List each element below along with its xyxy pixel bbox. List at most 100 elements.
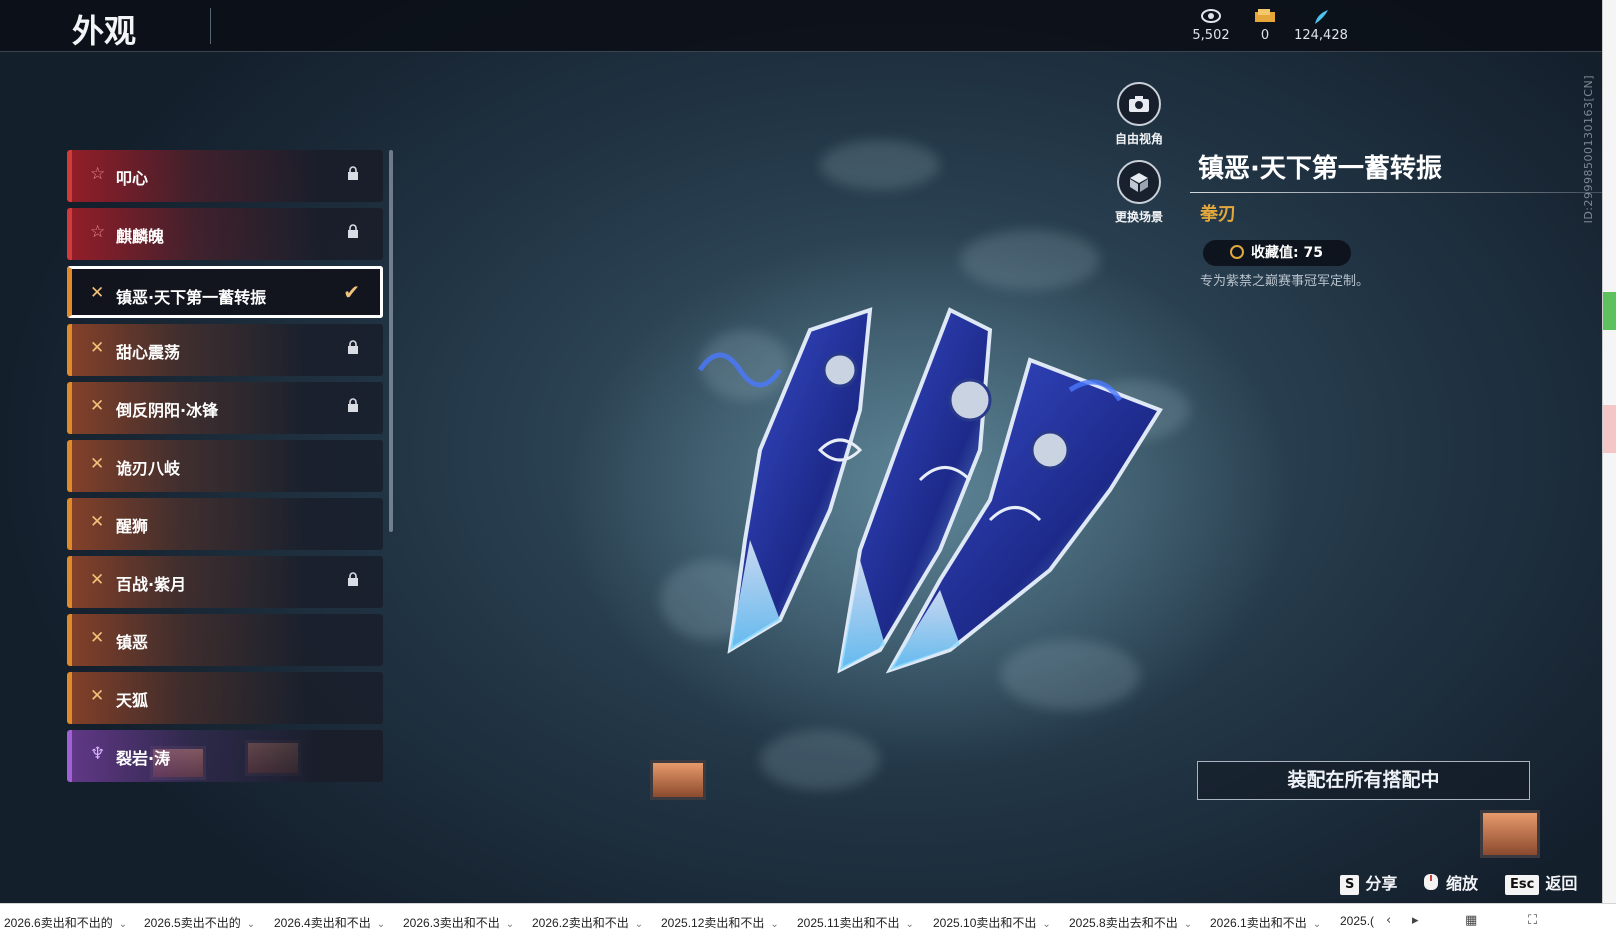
skin-label: 叩心 <box>116 169 149 188</box>
cross-blades-icon: ✕ <box>90 338 105 358</box>
lock-icon <box>348 398 358 412</box>
free-view-label: 自由视角 <box>1114 132 1163 146</box>
skin-list-item[interactable]: ✕ 倒反阴阳·冰锋 <box>67 382 383 434</box>
skin-list-item[interactable]: ✕ 百战·紫月 <box>67 556 383 608</box>
sheet-tab[interactable]: 2026.6卖出和不出的 ⌄ <box>4 914 127 931</box>
cross-blades-icon: ✕ <box>90 686 105 706</box>
chevron-down-icon: ⌄ <box>246 919 256 930</box>
trident-icon: ♆ <box>90 744 106 764</box>
skin-list-item[interactable]: ✕ 镇恶 <box>67 614 383 666</box>
page-title: 外观 <box>72 12 137 50</box>
skin-label: 裂岩·涛 <box>116 749 171 768</box>
background-app-edge <box>1602 0 1616 903</box>
mouse-icon <box>1422 872 1440 892</box>
title-divider <box>210 8 211 44</box>
skin-list-item[interactable]: ♆ 裂岩·涛 <box>67 730 383 782</box>
coin-icon <box>1230 245 1244 259</box>
cross-blades-icon: ✕ <box>90 628 105 648</box>
chevron-down-icon: ⌄ <box>905 919 914 930</box>
feather-icon <box>1286 8 1356 28</box>
lantern-decoration <box>650 760 706 800</box>
chevron-down-icon: ⌄ <box>505 919 515 930</box>
checkmark-icon: ✔ <box>343 280 360 304</box>
equip-all-button[interactable]: 装配在所有搭配中 <box>1197 761 1530 800</box>
skin-label: 百战·紫月 <box>116 575 187 594</box>
sheet-tab[interactable]: 2026.5卖出不出的 ⌄ <box>144 914 255 931</box>
sheet-tab[interactable]: 2026.1卖出和不出 ⌄ <box>1210 914 1321 931</box>
skin-label: 天狐 <box>116 691 149 710</box>
fullscreen-icon[interactable]: ⛶ <box>1528 913 1537 928</box>
cross-blades-icon: ✕ <box>90 570 105 590</box>
chevron-left-icon[interactable]: ‹ <box>1386 913 1391 928</box>
cube-icon <box>1117 160 1161 204</box>
lock-icon <box>348 166 358 180</box>
chevron-right-icon[interactable]: ▸ <box>1412 913 1419 928</box>
sheet-tab[interactable]: 2026.3卖出和不出 ⌄ <box>403 914 514 931</box>
lock-icon <box>348 340 358 354</box>
weapon-model[interactable] <box>690 290 1210 700</box>
skin-label: 甜心震荡 <box>116 343 181 362</box>
skin-list-item[interactable]: ✕ 醒狮 <box>67 498 383 550</box>
skin-list-item[interactable]: ✕ 镇恶·天下第一蓄转振 ✔ <box>67 266 383 318</box>
player-id-label: ID:2999850013016​3[CN] <box>1582 75 1595 224</box>
top-bar: 外观 5,502 0 124,428 <box>0 0 1602 52</box>
item-name: 镇恶·天下第一蓄转振 <box>1198 154 1442 184</box>
currency-value: 0 <box>1260 28 1270 43</box>
sheet-tab[interactable]: 2025.12卖出和不出 ⌄ <box>661 914 779 931</box>
chevron-down-icon: ⌄ <box>1042 919 1051 930</box>
sheet-tab[interactable]: 2025.10卖出和不出 ⌄ <box>933 914 1051 931</box>
skin-list[interactable]: ☆ 叩心 ☆ 麒麟魄 ✕ 镇恶·天下第一蓄转振 ✔ ✕ 甜心震荡 ✕ 倒反阴阳·冰锋 ✕ 诡刃八岐 ✕ 醒狮… <box>67 150 385 800</box>
skin-label: 麒麟魄 <box>116 227 165 246</box>
sheet-tab-label: 2025.11卖出和不出 <box>797 916 900 930</box>
chevron-down-icon: ⌄ <box>1312 919 1322 930</box>
skin-list-item[interactable]: ✕ 甜心震荡 <box>67 324 383 376</box>
collection-value-badge: 收藏值: 75 <box>1203 240 1351 266</box>
lock-icon <box>348 224 358 238</box>
sheet-tab-label: 2025.10卖出和不出 <box>933 916 1037 930</box>
currency-value: 124,428 <box>1294 28 1348 43</box>
change-scene-button[interactable]: 更换场景 <box>1094 160 1184 225</box>
free-view-button[interactable]: 自由视角 <box>1094 82 1184 147</box>
currency-value: 5,502 <box>1192 28 1230 43</box>
list-scrollbar[interactable] <box>389 150 393 532</box>
item-type: 拳刃 <box>1200 204 1236 225</box>
cross-blades-icon: ✕ <box>90 512 105 532</box>
lock-icon <box>348 572 358 586</box>
skin-list-item[interactable]: ✕ 天狐 <box>67 672 383 724</box>
chevron-down-icon: ⌄ <box>770 919 779 930</box>
chevron-down-icon: ⌄ <box>376 919 386 930</box>
cross-blades-icon: ✕ <box>90 283 105 303</box>
edge-highlight <box>1603 292 1616 330</box>
sheet-tab[interactable]: 2026.2卖出和不出 ⌄ <box>532 914 643 931</box>
chevron-down-icon: ⌄ <box>634 919 644 930</box>
sheet-tab-label: 2026.4卖出和不出 <box>274 916 371 930</box>
sheet-tab-label: 2026.3卖出和不出 <box>403 916 500 930</box>
sheet-tab[interactable]: 2026.4卖出和不出 ⌄ <box>274 914 385 931</box>
share-hotkey[interactable]: S 分享 <box>1340 870 1397 895</box>
currency-feather: 124,428 <box>1286 8 1356 43</box>
cross-blades-icon: ✕ <box>90 396 105 416</box>
sheet-tab-label: 2026.5卖出不出的 <box>144 916 241 930</box>
game-viewport: 外观 5,502 0 124,428 ID:2999850013016​3[CN… <box>0 0 1602 903</box>
name-underline <box>1190 192 1602 193</box>
collection-value: 收藏值: 75 <box>1251 245 1323 261</box>
sheet-tab[interactable]: 2025.11卖出和不出 ⌄ <box>797 914 914 931</box>
change-scene-label: 更换场景 <box>1114 210 1163 224</box>
sheet-tab-label: 2025.12卖出和不出 <box>661 916 765 930</box>
skin-label: 镇恶·天下第一蓄转振 <box>116 288 267 307</box>
sheet-tab[interactable]: 2025.( <box>1340 914 1374 928</box>
grid-view-icon[interactable]: ▦ <box>1465 913 1477 928</box>
zoom-hotkey[interactable]: 缩放 <box>1422 870 1478 893</box>
cross-blades-icon: ✕ <box>90 454 105 474</box>
sheet-tab-label: 2026.1卖出和不出 <box>1210 916 1307 930</box>
key-cap: S <box>1340 875 1360 895</box>
skin-list-item[interactable]: ☆ 叩心 <box>67 150 383 202</box>
back-hotkey[interactable]: Esc 返回 <box>1505 870 1577 895</box>
skin-label: 倒反阴阳·冰锋 <box>116 401 219 420</box>
sheet-tab[interactable]: 2025.8卖出去和不出 ⌄ <box>1069 914 1192 931</box>
spreadsheet-sheet-tabs: 2026.6卖出和不出的 ⌄ 2026.5卖出不出的 ⌄ 2026.4卖出和不出 ⌄ 202… <box>0 903 1616 939</box>
skin-list-item[interactable]: ✕ 诡刃八岐 <box>67 440 383 492</box>
skin-list-item[interactable]: ☆ 麒麟魄 <box>67 208 383 260</box>
skin-label: 诡刃八岐 <box>116 459 181 478</box>
star-icon: ☆ <box>90 222 106 242</box>
